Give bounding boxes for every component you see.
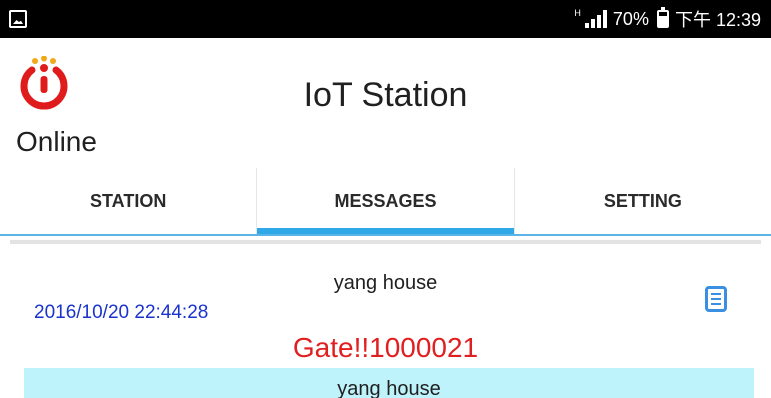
connection-status: Online — [16, 126, 97, 157]
message-body: Gate!!1000021 — [292, 332, 479, 363]
message-sender: yang house — [333, 272, 438, 294]
battery-percent: 70% — [612, 8, 649, 29]
status-bar: H 70% 下午 12:39 — [0, 0, 771, 38]
tab-messages[interactable]: MESSAGES — [256, 168, 514, 234]
message-timestamp: 2016/10/20 22:44:28 — [34, 302, 209, 323]
app-title: IoT Station — [303, 76, 468, 114]
image-notification-icon — [9, 10, 27, 28]
status-time: 下午 12:39 — [674, 10, 761, 30]
document-list-icon[interactable] — [705, 286, 727, 312]
tab-bar: STATION MESSAGES SETTING — [0, 168, 771, 236]
battery-icon — [656, 7, 669, 28]
list-item[interactable]: yang house — [24, 368, 754, 398]
tab-station-label: STATION — [90, 190, 167, 211]
tab-setting[interactable]: SETTING — [513, 168, 771, 234]
status-bar-right: H 70% 下午 12:39 — [574, 7, 761, 30]
tab-station[interactable]: STATION — [0, 168, 256, 234]
tab-messages-label: MESSAGES — [334, 190, 437, 211]
list-item[interactable]: yang house 2016/10/20 22:44:28 Gate!!100… — [0, 246, 771, 364]
app-header: IoT Station Online — [0, 38, 771, 168]
message-sender: yang house — [337, 378, 441, 398]
messages-list: yang house 2016/10/20 22:44:28 Gate!!100… — [0, 236, 771, 398]
tab-setting-label: SETTING — [603, 190, 682, 211]
network-type-label: H — [574, 8, 581, 18]
list-divider — [10, 240, 761, 244]
signal-strength-icon — [584, 10, 607, 28]
